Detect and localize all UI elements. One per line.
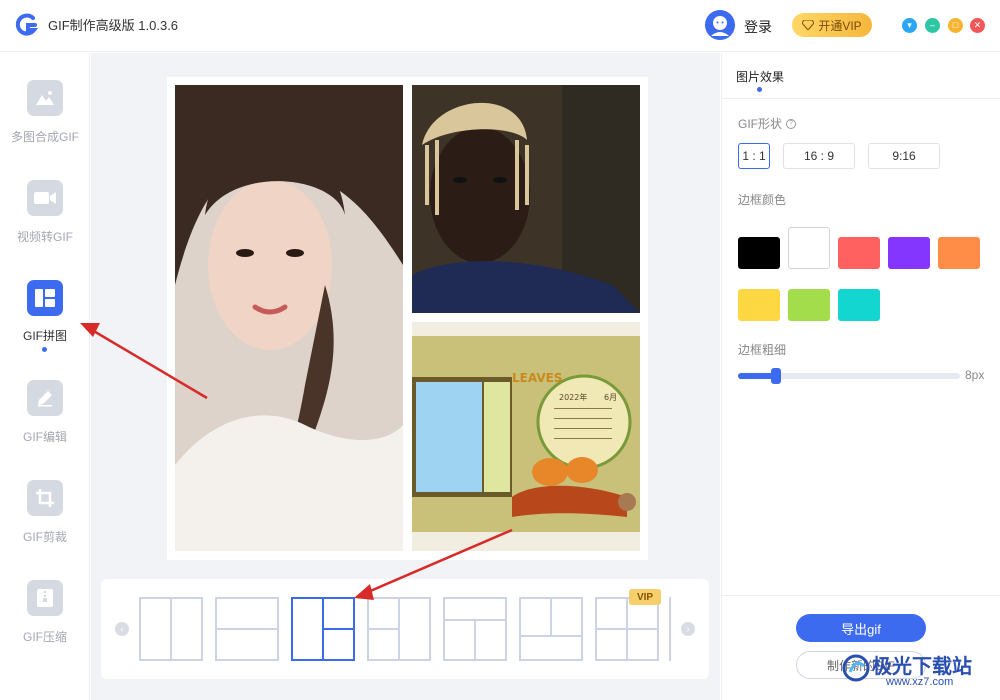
- app-logo-icon: [15, 13, 39, 36]
- sidebar-item-label: GIF拼图: [23, 329, 67, 343]
- border-width-slider[interactable]: [738, 368, 960, 384]
- color-swatch-green[interactable]: [788, 289, 830, 321]
- shape-option-1-1[interactable]: 1 : 1: [738, 143, 770, 169]
- color-swatch-orange[interactable]: [938, 237, 980, 269]
- vip-badge: VIP: [629, 589, 661, 605]
- photo-calendar-scrapbook[interactable]: 2022年 6月 LEAVES: [412, 322, 640, 551]
- calendar-word: LEAVES: [512, 371, 562, 385]
- sidebar-item-gif-crop[interactable]: GIF剪裁: [0, 480, 90, 570]
- layout-option-left-split-right[interactable]: [291, 597, 355, 661]
- watermark: 极光下载站 www.xz7.com: [842, 648, 992, 692]
- divider: [722, 98, 1000, 99]
- video-camera-icon: [27, 180, 63, 216]
- layout-option-top-split[interactable]: [443, 597, 507, 661]
- layout-strip: ‹ VIP ›: [101, 579, 709, 679]
- sidebar-item-label: GIF剪裁: [23, 530, 67, 544]
- color-swatch-cyan[interactable]: [838, 289, 880, 321]
- help-icon[interactable]: ?: [786, 119, 796, 129]
- layout-option-two-columns[interactable]: [139, 597, 203, 661]
- layout-option-bottom-split[interactable]: [519, 597, 583, 661]
- sidebar-item-video-to-gif[interactable]: 视频转GIF: [0, 180, 90, 270]
- login-link[interactable]: 登录: [744, 17, 772, 37]
- mountain-image-icon: [27, 80, 63, 116]
- shape-option-9-16[interactable]: 9:16: [868, 143, 940, 169]
- chevron-left-icon[interactable]: ‹: [115, 622, 129, 636]
- preview-area: 2022年 6月 LEAVES ‹ VIP ›: [91, 53, 720, 700]
- close-icon[interactable]: ✕: [970, 18, 985, 33]
- tab-image-effects[interactable]: 图片效果: [736, 68, 784, 85]
- sidebar: 多图合成GIF 视频转GIF GIF拼图 GIF编辑 GIF剪裁 GIF压缩: [0, 53, 90, 700]
- calendar-year: 2022年: [559, 392, 587, 402]
- app-title: GIF制作高级版 1.0.3.6: [48, 18, 179, 33]
- layout-option-right-split-left[interactable]: [367, 597, 431, 661]
- export-gif-button[interactable]: 导出gif: [796, 614, 926, 642]
- sidebar-item-label: 视频转GIF: [17, 230, 73, 244]
- collage-icon: [27, 280, 63, 316]
- sidebar-item-label: GIF压缩: [23, 630, 67, 644]
- title-bar: GIF制作高级版 1.0.3.6 登录 开通VIP ▾ – □ ✕: [0, 0, 1000, 52]
- gif-shape-section: GIF形状?: [738, 115, 796, 132]
- user-avatar-icon[interactable]: [705, 10, 735, 40]
- color-swatch-yellow[interactable]: [738, 289, 780, 321]
- active-tab-dot: [757, 87, 762, 92]
- sidebar-item-multi-image-gif[interactable]: 多图合成GIF: [0, 80, 90, 170]
- color-swatch-red[interactable]: [838, 237, 880, 269]
- sidebar-item-gif-collage[interactable]: GIF拼图: [0, 280, 90, 370]
- sidebar-item-gif-compress[interactable]: GIF压缩: [0, 580, 90, 670]
- slider-handle[interactable]: [771, 368, 781, 384]
- active-indicator-dot: [42, 347, 47, 352]
- minimize-icon[interactable]: –: [925, 18, 940, 33]
- collage-canvas: 2022年 6月 LEAVES: [167, 77, 648, 560]
- watermark-text: 极光下载站: [872, 656, 972, 678]
- settings-panel: 图片效果 GIF形状? 1 : 1 16 : 9 9:16 边框颜色 边框粗细 …: [721, 53, 1000, 700]
- menu-icon[interactable]: ▾: [902, 18, 917, 33]
- open-vip-button[interactable]: 开通VIP: [792, 13, 872, 37]
- color-swatch-purple[interactable]: [888, 237, 930, 269]
- color-swatch-white[interactable]: [788, 227, 830, 269]
- shape-option-16-9[interactable]: 16 : 9: [783, 143, 855, 169]
- chevron-right-icon[interactable]: ›: [681, 622, 695, 636]
- diamond-icon: [802, 20, 815, 30]
- zip-file-icon: [27, 580, 63, 616]
- maximize-icon[interactable]: □: [948, 18, 963, 33]
- vip-button-label: 开通VIP: [818, 18, 862, 33]
- photo-portrait-man[interactable]: [412, 85, 640, 313]
- crop-icon: [27, 480, 63, 516]
- sidebar-item-label: GIF编辑: [23, 430, 67, 444]
- sidebar-item-gif-edit[interactable]: GIF编辑: [0, 380, 90, 470]
- gif-shape-label: GIF形状: [738, 117, 782, 131]
- photo-portrait-woman[interactable]: [175, 85, 403, 551]
- color-swatch-black[interactable]: [738, 237, 780, 269]
- calendar-month: 6月: [604, 393, 617, 402]
- layout-option-grid-four[interactable]: [595, 597, 659, 661]
- watermark-logo-icon: [842, 654, 870, 682]
- layout-option-partial[interactable]: [669, 597, 671, 661]
- sidebar-item-label: 多图合成GIF: [11, 130, 79, 144]
- pencil-edit-icon: [27, 380, 63, 416]
- watermark-url: www.xz7.com: [886, 676, 954, 688]
- divider: [722, 595, 1000, 596]
- border-width-label: 边框粗细: [738, 343, 787, 357]
- layout-option-two-rows[interactable]: [215, 597, 279, 661]
- border-color-label: 边框颜色: [738, 193, 787, 207]
- border-width-value: 8px: [965, 368, 985, 382]
